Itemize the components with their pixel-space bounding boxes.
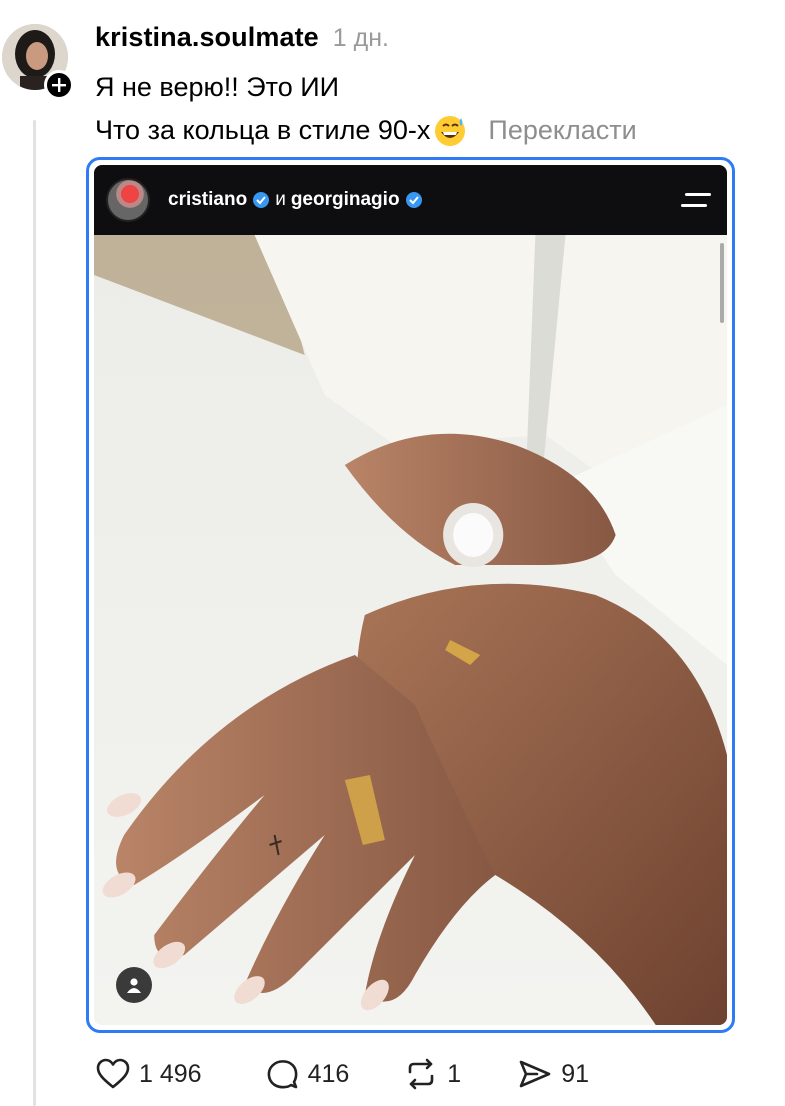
menu-icon[interactable] [681,189,711,211]
comment-icon [267,1060,297,1089]
grinning-sweat-emoji-icon [435,116,466,146]
comment-count: 416 [307,1059,350,1088]
story-user1[interactable]: cristiano [168,189,247,211]
story-photo [94,235,727,1025]
post-header: kristina.soulmate 1 дн. [95,22,389,53]
verified-badge-icon [253,192,270,208]
comment-button[interactable]: 416 [264,1056,350,1092]
translate-link[interactable]: Перекласти [488,115,636,146]
repost-button[interactable]: 1 [403,1056,461,1092]
embedded-media-frame[interactable]: cristiano и georginagio [86,157,735,1033]
username[interactable]: kristina.soulmate [95,22,319,53]
story-connector: и [275,189,286,210]
follow-plus-button[interactable] [44,70,74,100]
heart-icon [96,1058,130,1089]
share-button[interactable]: 91 [517,1056,589,1092]
scrollbar[interactable] [720,243,724,323]
post-text-line1: Я не верю!! Это ИИ [95,72,340,102]
like-button[interactable]: 1 496 [95,1056,202,1092]
action-bar: 1 496 416 1 91 [95,1056,589,1092]
timestamp: 1 дн. [332,24,389,52]
story-avatar[interactable] [106,178,150,222]
post-text-line2: Что за кольца в стиле 90-х Перекласти [95,112,637,148]
story-usernames: cristiano и georginagio [168,189,423,211]
plus-icon [52,78,66,92]
author-avatar-area[interactable] [0,24,74,100]
post-text-line2-content: Что за кольца в стиле 90-х [95,114,431,145]
repost-count: 1 [447,1059,462,1088]
share-count: 91 [561,1059,589,1088]
embedded-story[interactable]: cristiano и georginagio [94,165,727,1025]
story-user2[interactable]: georginagio [291,189,400,211]
like-count: 1 496 [139,1059,202,1088]
verified-badge-icon [405,192,422,208]
tagged-people-button[interactable] [116,967,152,1003]
person-icon [127,978,141,993]
story-header: cristiano и georginagio [94,165,727,235]
thread-line [33,120,36,1106]
send-icon [519,1060,551,1088]
repost-icon [408,1058,434,1090]
